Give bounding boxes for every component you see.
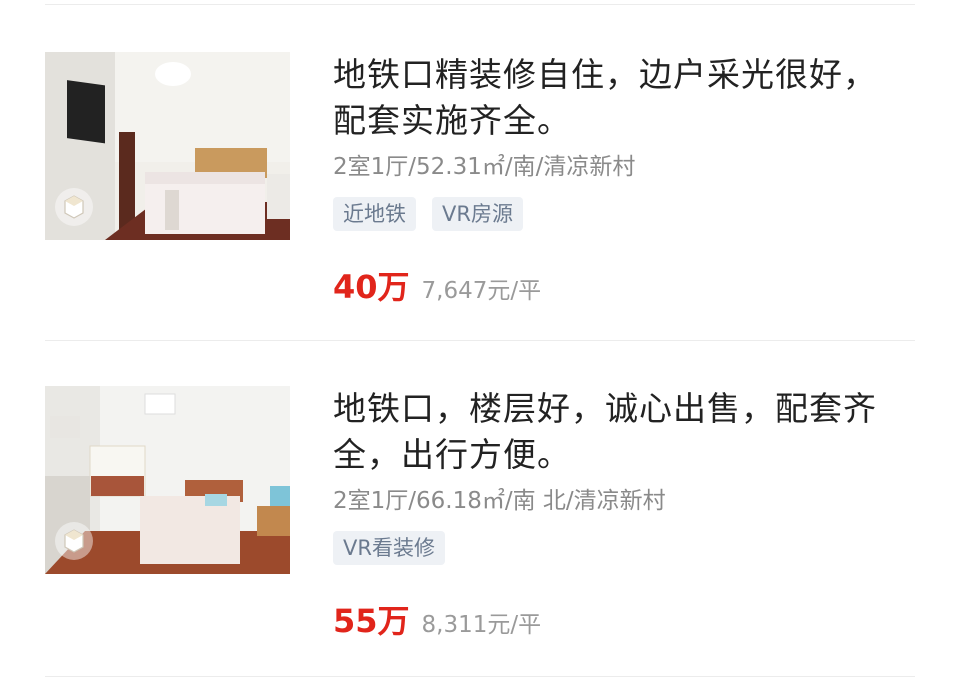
listing-meta: 2室1厅/66.18㎡/南 北/清凉新村 bbox=[333, 488, 666, 514]
unit-price: 8,311元/平 bbox=[421, 612, 542, 638]
unit-price: 7,647元/平 bbox=[421, 278, 542, 304]
vr-cube-icon bbox=[64, 529, 84, 553]
listing-photo[interactable] bbox=[45, 386, 290, 574]
vr-badge bbox=[55, 188, 93, 226]
tag-vr-listing: VR房源 bbox=[432, 197, 523, 231]
listing-card[interactable]: 地铁口，楼层好，诚心出售，配套齐全，出行方便。 2室1厅/66.18㎡/南 北/… bbox=[0, 386, 960, 686]
listing-card[interactable]: 地铁口精装修自住，边户采光很好，配套实施齐全。 2室1厅/52.31㎡/南/清凉… bbox=[0, 52, 960, 352]
price-row: 40万 7,647元/平 bbox=[333, 262, 541, 308]
listing-title[interactable]: 地铁口精装修自住，边户采光很好，配套实施齐全。 bbox=[333, 52, 908, 144]
listing-photo[interactable] bbox=[45, 52, 290, 240]
total-price: 55万 bbox=[333, 602, 410, 640]
vr-cube-icon bbox=[64, 195, 84, 219]
total-price: 40万 bbox=[333, 268, 410, 306]
bottom-divider bbox=[45, 676, 915, 677]
listing-divider bbox=[45, 340, 915, 341]
price-row: 55万 8,311元/平 bbox=[333, 596, 541, 642]
tag-list: 近地铁 VR房源 bbox=[333, 197, 523, 231]
tag-vr-decoration: VR看装修 bbox=[333, 531, 445, 565]
vr-badge bbox=[55, 522, 93, 560]
tag-near-metro: 近地铁 bbox=[333, 197, 416, 231]
tag-list: VR看装修 bbox=[333, 531, 445, 565]
top-divider bbox=[45, 4, 915, 5]
listing-meta: 2室1厅/52.31㎡/南/清凉新村 bbox=[333, 154, 636, 180]
listing-title[interactable]: 地铁口，楼层好，诚心出售，配套齐全，出行方便。 bbox=[333, 386, 908, 478]
